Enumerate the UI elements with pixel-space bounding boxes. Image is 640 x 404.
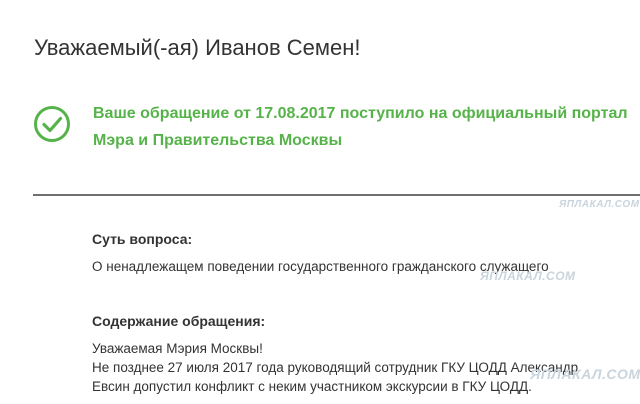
content-line: Евсин допустил конфликт с неким участник… [92, 379, 532, 394]
question-label: Суть вопроса: [92, 231, 193, 247]
content-line: Не позднее 27 июля 2017 года руководящий… [92, 360, 579, 375]
watermark-small: ЯПЛАКАЛ.COM [559, 199, 640, 210]
appeal-page: Уважаемый(-ая) Иванов Семен! Ваше обраще… [0, 0, 640, 404]
submission-notice: Ваше обращение от 17.08.2017 поступило н… [93, 100, 628, 154]
content-label: Содержание обращения: [92, 313, 266, 329]
watermark-mid: ЯПЛАКАЛ.COM [480, 269, 576, 283]
check-circle-icon [34, 106, 70, 142]
content-text: Уважаемая Мэрия Москвы! Не позднее 27 ию… [92, 339, 578, 396]
notice-line-1: Ваше обращение от 17.08.2017 поступило н… [93, 105, 628, 122]
watermark-big: ЯПЛАКАЛ.COM [530, 366, 640, 382]
greeting-title: Уважаемый(-ая) Иванов Семен! [34, 35, 361, 60]
notice-line-2: Мэра и Правительства Москвы [93, 132, 343, 149]
section-divider [33, 194, 640, 196]
content-line: Уважаемая Мэрия Москвы! [92, 341, 263, 356]
